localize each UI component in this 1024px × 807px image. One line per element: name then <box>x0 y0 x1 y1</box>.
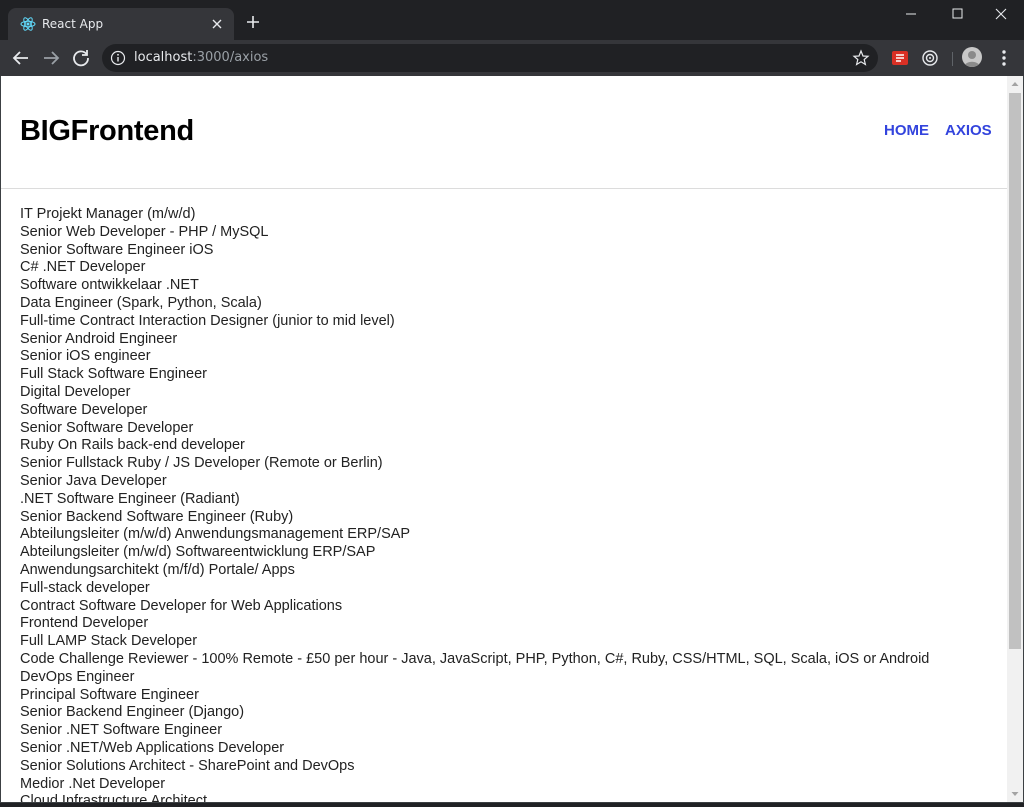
job-list: IT Projekt Manager (m/w/d) Senior Web Dev… <box>20 206 929 802</box>
close-window-icon[interactable] <box>978 0 1024 30</box>
job-list-item: Senior Software Developer <box>20 419 194 436</box>
tab-close-icon[interactable] <box>208 15 226 33</box>
tab-title: React App <box>42 17 104 31</box>
url-host: localhost <box>134 50 193 65</box>
job-list-item: Medior .Net Developer <box>20 775 166 792</box>
browser-titlebar: React App <box>0 0 1024 40</box>
job-list-item: C# .NET Developer <box>20 259 146 276</box>
kebab-menu-icon[interactable] <box>996 48 1012 68</box>
toolbar-divider <box>952 52 953 66</box>
job-list-item: Senior iOS engineer <box>20 348 151 365</box>
job-list-item: Senior Android Engineer <box>20 330 178 347</box>
profile-avatar[interactable] <box>962 47 982 67</box>
scroll-up-icon[interactable] <box>1007 76 1023 92</box>
job-list-item: Abteilungsleiter (m/w/d) Anwendungsmanag… <box>20 526 411 543</box>
job-list-item: Ruby On Rails back-end developer <box>20 437 245 454</box>
job-list-item: Senior Fullstack Ruby / JS Developer (Re… <box>20 455 383 472</box>
scrollbar-thumb[interactable] <box>1009 93 1021 649</box>
site-brand: BIGFrontend <box>20 115 194 147</box>
job-list-item: Senior .NET Software Engineer <box>20 722 223 739</box>
job-list-item: Senior Backend Software Engineer (Ruby) <box>20 508 294 525</box>
job-list-item: Senior Web Developer - PHP / MySQL <box>20 223 269 240</box>
site-header: BIGFrontend HOME AXIOS <box>1 76 1007 189</box>
info-icon[interactable] <box>110 50 126 66</box>
target-extension-icon[interactable] <box>920 48 940 68</box>
vertical-scrollbar[interactable] <box>1007 76 1023 802</box>
url-text: localhost:3000/axios <box>134 49 268 67</box>
job-list-item: Contract Software Developer for Web Appl… <box>20 597 343 614</box>
job-list-item: Principal Software Engineer <box>20 686 199 703</box>
job-list-item: Abteilungsleiter (m/w/d) Softwareentwick… <box>20 544 376 561</box>
nav-axios-link[interactable]: AXIOS <box>945 121 992 141</box>
job-list-item: Senior Backend Engineer (Django) <box>20 704 245 721</box>
job-list-item: Data Engineer (Spark, Python, Scala) <box>20 294 262 311</box>
job-list-item: Senior .NET/Web Applications Developer <box>20 739 285 756</box>
job-list-item: Full Stack Software Engineer <box>20 366 207 383</box>
job-list-item: Software Developer <box>20 401 148 418</box>
bookmark-star-icon[interactable] <box>852 49 870 67</box>
job-list-item: Full-time Contract Interaction Designer … <box>20 312 395 329</box>
job-list-item: Full LAMP Stack Developer <box>20 633 198 650</box>
job-list-item: DevOps Engineer <box>20 668 135 685</box>
job-list-item: Senior Java Developer <box>20 472 167 489</box>
job-list-item: Anwendungsarchitekt (m/f/d) Portale/ App… <box>20 561 295 578</box>
page-viewport: BIGFrontend HOME AXIOS IT Projekt Manage… <box>1 76 1007 802</box>
reload-icon[interactable] <box>69 46 93 70</box>
back-arrow-icon[interactable] <box>9 46 33 70</box>
new-tab-icon[interactable] <box>244 13 262 31</box>
nav-home-link[interactable]: HOME <box>884 121 929 141</box>
job-list-item: Senior Software Engineer iOS <box>20 241 214 258</box>
react-logo-icon <box>20 16 36 32</box>
job-list-item: Software ontwikkelaar .NET <box>20 277 199 294</box>
browser-tab[interactable]: React App <box>8 8 234 40</box>
job-list-item: .NET Software Engineer (Radiant) <box>20 490 240 507</box>
minimize-icon[interactable] <box>888 0 934 30</box>
scroll-down-icon[interactable] <box>1007 786 1023 802</box>
address-bar[interactable]: localhost:3000/axios <box>102 44 878 72</box>
job-list-item: Frontend Developer <box>20 615 149 632</box>
browser-toolbar: localhost:3000/axios <box>0 40 1024 76</box>
job-list-item: Senior Solutions Architect - SharePoint … <box>20 757 355 774</box>
window-border-left <box>0 76 1 803</box>
maximize-icon[interactable] <box>934 0 980 30</box>
job-list-item: Digital Developer <box>20 383 131 400</box>
url-path: :3000/axios <box>192 50 269 65</box>
job-list-item: Full-stack developer <box>20 579 150 596</box>
job-list-item: Cloud Infrastructure Architect <box>20 793 207 802</box>
forward-arrow-icon[interactable] <box>39 46 63 70</box>
job-list-item: Code Challenge Reviewer - 100% Remote - … <box>20 650 930 667</box>
extension-icon[interactable] <box>890 48 910 68</box>
job-list-item: IT Projekt Manager (m/w/d) <box>20 206 196 222</box>
